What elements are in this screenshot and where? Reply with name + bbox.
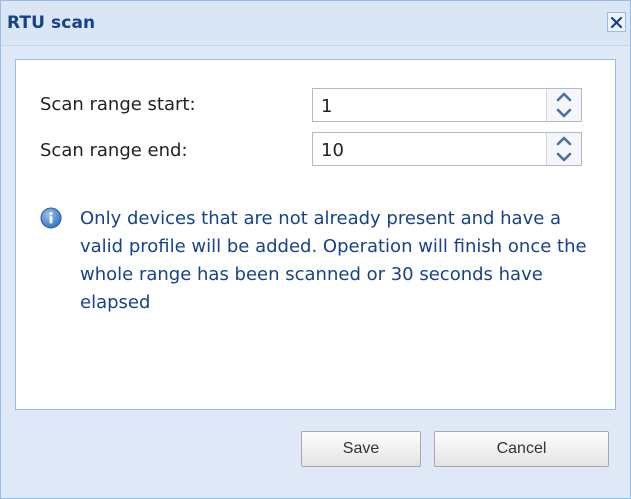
dialog-body: Scan range start: Scan range end: <box>15 59 616 410</box>
scan-range-start-input[interactable] <box>321 96 521 117</box>
info-icon <box>40 207 62 229</box>
scan-range-end-spinner <box>312 132 582 166</box>
chevron-down-icon <box>556 152 572 162</box>
close-icon <box>610 16 623 28</box>
chevron-up-icon <box>556 92 572 102</box>
close-button[interactable] <box>607 12 626 32</box>
dialog-titlebar[interactable]: RTU scan <box>1 1 630 46</box>
scan-range-start-trigger <box>546 89 581 121</box>
scan-range-end-trigger <box>546 133 581 165</box>
scan-range-end-label: Scan range end: <box>40 140 188 161</box>
chevron-down-icon <box>556 108 572 118</box>
rtu-scan-dialog: RTU scan Scan range start: 1 Scan range … <box>0 0 631 499</box>
scan-range-start-increment[interactable] <box>547 89 581 105</box>
info-text: Only devices that are not already presen… <box>80 208 587 313</box>
scan-range-start-spinner <box>312 88 582 122</box>
scan-range-start-label: Scan range start: <box>40 94 196 115</box>
scan-range-end-input[interactable] <box>321 140 521 161</box>
save-button[interactable]: Save <box>301 431 421 467</box>
cancel-button[interactable]: Cancel <box>434 431 609 467</box>
scan-range-start-decrement[interactable] <box>547 105 581 121</box>
scan-range-end-increment[interactable] <box>547 133 581 149</box>
scan-range-end-decrement[interactable] <box>547 149 581 165</box>
chevron-up-icon <box>556 136 572 146</box>
dialog-title: RTU scan <box>7 13 96 33</box>
